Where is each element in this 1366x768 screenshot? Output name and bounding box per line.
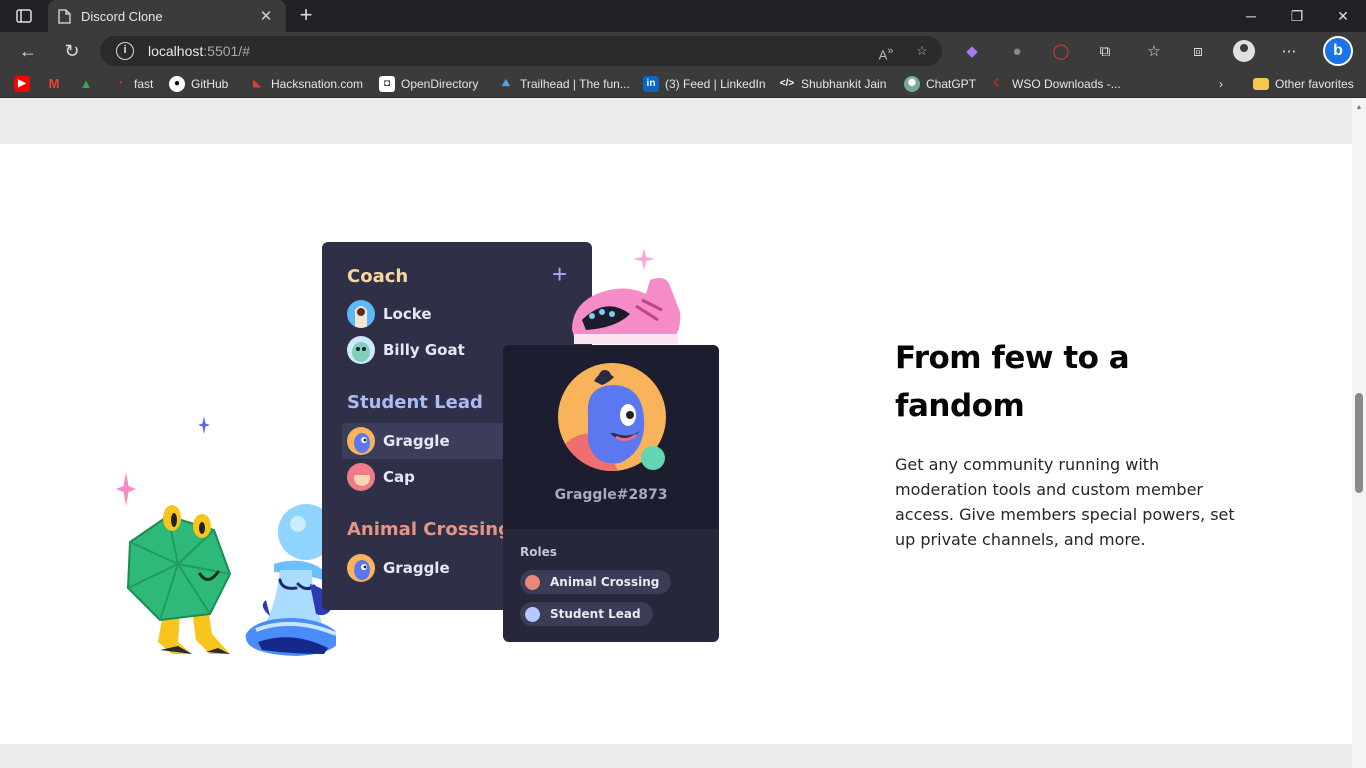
avatar xyxy=(347,300,375,328)
close-tab-icon[interactable]: ✕ xyxy=(256,7,276,25)
copilot-extension-icon[interactable]: ◆ xyxy=(961,41,983,63)
profile-avatar[interactable] xyxy=(1233,40,1255,62)
read-aloud-icon[interactable]: A» xyxy=(876,41,896,62)
member-name: Cap xyxy=(383,468,415,486)
pink-sparkle-icon xyxy=(633,248,655,270)
close-window-button[interactable]: ✕ xyxy=(1320,0,1366,32)
folder-icon xyxy=(1253,78,1269,90)
restore-button[interactable]: ❐ xyxy=(1274,0,1320,32)
tab-actions-icon xyxy=(16,9,32,23)
github-icon: ● xyxy=(169,76,185,92)
new-tab-button[interactable]: + xyxy=(294,4,318,28)
member-name: Graggle xyxy=(383,559,450,577)
opendirectory-icon: ◘ xyxy=(379,76,395,92)
role-name: Student Lead xyxy=(550,607,641,621)
fast-icon: ◔ xyxy=(116,78,124,89)
green-dice-character-illustration xyxy=(126,505,232,654)
bookmark-shubhankit[interactable]: </> Shubhankit Jain xyxy=(779,76,887,92)
bookmark-gmail[interactable]: M xyxy=(46,76,68,92)
bookmarks-bar: ▶ M ▲ ◔ fast ● GitHub ◣ Hacksnation.com … xyxy=(0,70,1366,98)
tab-strip: Discord Clone ✕ + ─ ❐ ✕ xyxy=(0,0,1366,32)
more-bookmarks-chevron-icon[interactable]: › xyxy=(1219,76,1223,92)
chatgpt-icon: ✺ xyxy=(904,76,920,92)
bookmark-fast[interactable]: ◔ fast xyxy=(112,76,153,92)
drive-icon: ▲ xyxy=(79,76,93,91)
page-viewport: Coach + Locke Billy Goat Student Lead Gr… xyxy=(0,98,1352,768)
profile-card-header: Graggle#2873 xyxy=(503,345,719,529)
extension-icon[interactable]: ● xyxy=(1006,41,1028,63)
tab-title: Discord Clone xyxy=(81,8,163,24)
navigation-bar: ← ↻ i localhost:5501/# A» ☆ ◆ ● ◯ ⧉ ☆ ⧈ … xyxy=(0,32,1366,70)
reload-button[interactable]: ↻ xyxy=(59,39,85,63)
member-name: Billy Goat xyxy=(383,341,465,359)
back-button[interactable]: ← xyxy=(15,39,41,63)
add-role-plus-icon[interactable]: + xyxy=(552,261,567,287)
page-icon xyxy=(58,8,71,24)
pink-sneaker-illustration xyxy=(572,278,681,344)
avatar xyxy=(347,427,375,455)
bing-copilot-button[interactable]: b xyxy=(1323,36,1353,66)
feature-description: Get any community running with moderatio… xyxy=(895,455,1235,549)
bookmark-linkedin[interactable]: in (3) Feed | LinkedIn xyxy=(643,76,766,92)
member-name: Locke xyxy=(383,305,432,323)
profile-username: Graggle#2873 xyxy=(554,487,668,503)
role-color-dot xyxy=(525,574,540,590)
role-group-title: Animal Crossing xyxy=(347,519,512,540)
extensions-icon[interactable]: ⧉ xyxy=(1094,41,1116,63)
wso-icon: ☾ xyxy=(993,78,1003,89)
bookmark-opendirectory[interactable]: ◘ OpenDirectory xyxy=(379,76,478,92)
profile-popout-card: Graggle#2873 Roles Animal Crossing Stude… xyxy=(503,345,719,642)
gmail-icon: M xyxy=(48,76,60,91)
site-info-icon[interactable]: i xyxy=(116,42,134,60)
youtube-icon: ▶ xyxy=(14,76,30,92)
online-status-dot xyxy=(641,446,665,470)
bookmark-drive[interactable]: ▲ xyxy=(78,76,100,92)
tab-actions-button[interactable] xyxy=(10,6,38,26)
bookmark-wso[interactable]: ☾ WSO Downloads -... xyxy=(990,76,1121,92)
page-scrollbar[interactable]: ▲ xyxy=(1352,98,1366,768)
bookmark-youtube[interactable]: ▶ xyxy=(14,76,36,92)
trailhead-icon: ⛰ xyxy=(501,78,511,89)
chess-pawn-character-illustration xyxy=(245,504,336,656)
bookmark-trailhead[interactable]: ⛰ Trailhead | The fun... xyxy=(498,76,630,92)
bookmark-hacksnation[interactable]: ◣ Hacksnation.com xyxy=(249,76,363,92)
role-group-title: Student Lead xyxy=(347,392,483,413)
role-name: Animal Crossing xyxy=(550,575,660,589)
avatar xyxy=(347,554,375,582)
hacksnation-icon: ◣ xyxy=(253,78,261,89)
role-group-title: Coach xyxy=(347,266,409,287)
collections-icon[interactable]: ⧈ xyxy=(1187,41,1209,63)
minimize-button[interactable]: ─ xyxy=(1228,0,1274,32)
window-controls: ─ ❐ ✕ xyxy=(1228,0,1366,32)
scrollbar-thumb[interactable] xyxy=(1355,393,1363,493)
pink-sparkle-left-icon xyxy=(116,472,136,506)
roles-label: Roles xyxy=(520,545,557,559)
linkedin-icon: in xyxy=(643,76,659,92)
favorites-icon[interactable]: ☆ xyxy=(1143,41,1165,63)
bookmark-chatgpt[interactable]: ✺ ChatGPT xyxy=(904,76,976,92)
add-favorite-icon[interactable]: ☆ xyxy=(912,41,932,61)
active-tab[interactable]: Discord Clone ✕ xyxy=(48,0,286,32)
scroll-up-arrow-icon[interactable]: ▲ xyxy=(1355,104,1363,112)
other-favorites-folder[interactable]: Other favorites xyxy=(1253,76,1354,92)
opera-extension-icon[interactable]: ◯ xyxy=(1050,41,1072,63)
code-icon: </> xyxy=(779,78,795,89)
url-text: localhost:5501/# xyxy=(148,43,250,59)
avatar xyxy=(347,336,375,364)
member-item-locke[interactable]: Locke xyxy=(342,296,592,332)
bookmark-github[interactable]: ● GitHub xyxy=(169,76,228,92)
role-pill-animal-crossing[interactable]: Animal Crossing xyxy=(520,570,672,594)
feature-section: Coach + Locke Billy Goat Student Lead Gr… xyxy=(0,144,1352,744)
avatar xyxy=(347,463,375,491)
role-color-dot xyxy=(525,606,540,622)
member-name: Graggle xyxy=(383,432,450,450)
address-bar[interactable]: i localhost:5501/# A» ☆ xyxy=(100,36,942,66)
role-pill-student-lead[interactable]: Student Lead xyxy=(520,602,653,626)
settings-more-icon[interactable]: ⋯ xyxy=(1278,41,1300,63)
blue-sparkle-icon xyxy=(198,416,210,434)
feature-headline: From few to a fandom xyxy=(895,340,1130,424)
